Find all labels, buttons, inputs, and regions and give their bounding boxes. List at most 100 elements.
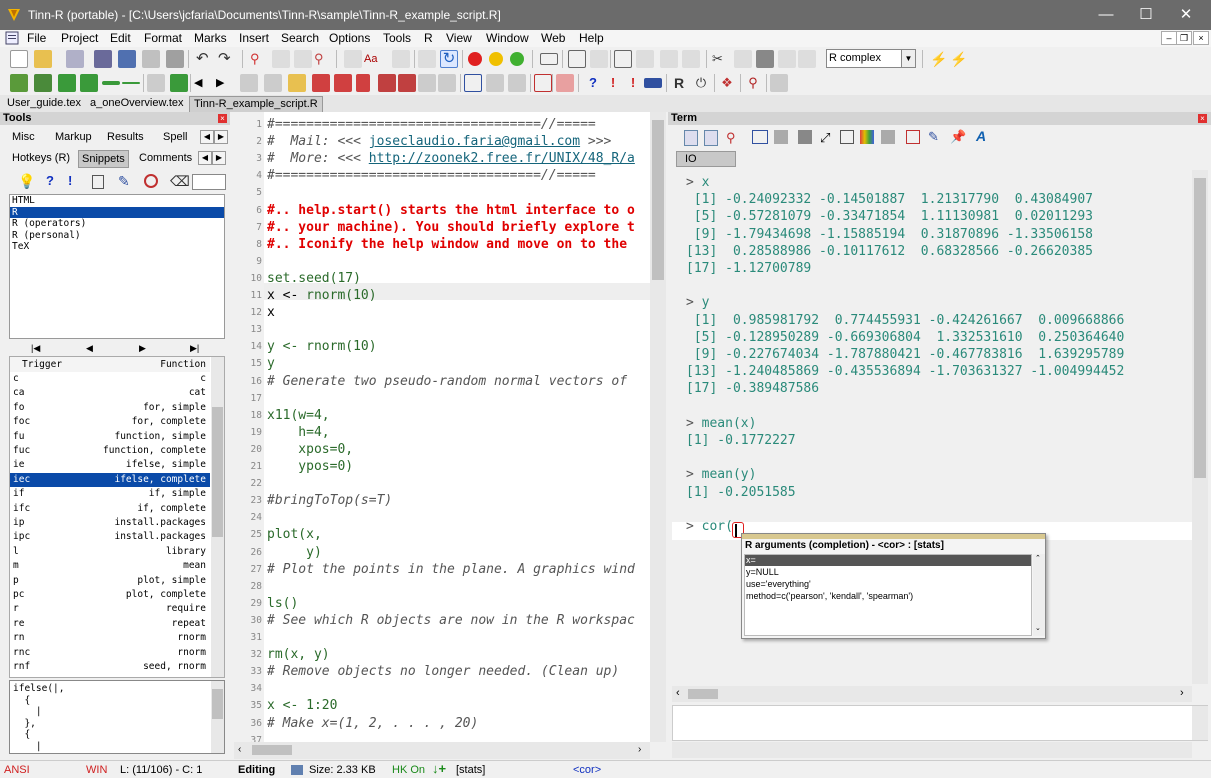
- console-hscroll-thumb[interactable]: [688, 689, 718, 699]
- table-row[interactable]: rnf seed, rnorm: [10, 660, 210, 674]
- table-row[interactable]: rnc rnorm: [10, 646, 210, 660]
- tools-icon[interactable]: [66, 50, 84, 68]
- editor-scroll-thumb[interactable]: [652, 120, 664, 280]
- save-icon[interactable]: [118, 50, 136, 68]
- snippet-scrollbar[interactable]: [211, 357, 224, 677]
- list-item[interactable]: TeX: [10, 241, 224, 253]
- find-icon[interactable]: ⚲: [744, 74, 762, 92]
- menu-file[interactable]: File: [27, 31, 46, 45]
- help-icon[interactable]: ?: [584, 74, 602, 92]
- redo-icon[interactable]: ↷: [218, 50, 236, 68]
- menu-marks[interactable]: Marks: [194, 31, 227, 45]
- table-row[interactable]: ip install.packages: [10, 516, 210, 530]
- table-row[interactable]: re repeat: [10, 617, 210, 631]
- menu-options[interactable]: Options: [329, 31, 370, 45]
- term-window-icon[interactable]: [752, 130, 768, 144]
- maximize-button[interactable]: ☐: [1126, 4, 1166, 26]
- tab-spell[interactable]: Spell: [163, 129, 187, 145]
- snippet-help-icon[interactable]: ?: [46, 173, 54, 188]
- table-row[interactable]: fu function, simple: [10, 430, 210, 444]
- minimize-button[interactable]: —: [1086, 4, 1126, 26]
- go-down-icon[interactable]: [170, 74, 188, 92]
- snippet-filter-input[interactable]: [192, 174, 226, 190]
- next-icon[interactable]: ▶: [216, 74, 234, 92]
- table-row[interactable]: if if, simple: [10, 487, 210, 501]
- list-item[interactable]: R (operators): [10, 218, 224, 230]
- tabs-right-icon[interactable]: ▶: [214, 130, 228, 144]
- term-color-icon[interactable]: [860, 130, 874, 144]
- scatter-icon[interactable]: [508, 74, 526, 92]
- snippet-copy-icon[interactable]: [92, 175, 104, 189]
- table-row[interactable]: cc: [10, 372, 210, 386]
- table-row[interactable]: foc for, complete: [10, 415, 210, 429]
- plot-icon[interactable]: [486, 74, 504, 92]
- code-editor[interactable]: 1 #==================================//==…: [234, 112, 666, 746]
- send-block-icon[interactable]: [80, 74, 98, 92]
- term-close-icon[interactable]: ×: [1198, 114, 1207, 123]
- send-clipboard-icon[interactable]: [58, 74, 76, 92]
- wordwrap-icon[interactable]: [392, 50, 410, 68]
- console-scroll-left-icon[interactable]: ‹: [676, 687, 680, 699]
- table-row[interactable]: r require: [10, 602, 210, 616]
- format-icon[interactable]: [344, 50, 362, 68]
- table-row[interactable]: ca cat: [10, 386, 210, 400]
- print-icon[interactable]: [142, 50, 160, 68]
- table-row[interactable]: iec ifelse, complete: [10, 472, 210, 488]
- scroll-right-icon[interactable]: ›: [638, 744, 641, 755]
- sync-icon[interactable]: ↻: [440, 50, 458, 68]
- reload-icon[interactable]: [166, 50, 184, 68]
- align-icon[interactable]: [636, 50, 654, 68]
- popup-list[interactable]: x= y=NULL use='everything' method=c('pea…: [744, 554, 1032, 636]
- red-circle-icon[interactable]: [468, 52, 482, 66]
- copy-icon[interactable]: [398, 74, 416, 92]
- nav-prev-button[interactable]: ◀: [86, 343, 93, 354]
- new-file-icon[interactable]: [10, 50, 28, 68]
- console-input[interactable]: [672, 705, 1208, 741]
- tab-user-guide[interactable]: User_guide.tex: [3, 96, 85, 112]
- tab-hotkeys[interactable]: Hotkeys (R): [12, 150, 70, 166]
- window-icon[interactable]: [540, 53, 558, 65]
- popup-scroll-up-icon[interactable]: ⌃: [1035, 554, 1041, 562]
- case-icon[interactable]: Aa: [364, 50, 382, 68]
- list-item[interactable]: R (personal): [10, 230, 224, 242]
- pane-icon[interactable]: [660, 50, 678, 68]
- menu-edit[interactable]: Edit: [110, 31, 131, 45]
- tab-snippets[interactable]: Snippets: [78, 150, 129, 168]
- search-icon[interactable]: ⚲: [250, 50, 268, 68]
- pencil-icon[interactable]: [418, 74, 436, 92]
- folder-icon[interactable]: [288, 74, 306, 92]
- install-icon[interactable]: [334, 74, 352, 92]
- nav-next-button[interactable]: ▶: [139, 343, 146, 354]
- term-open-icon[interactable]: [684, 130, 698, 146]
- table-row[interactable]: ipc install.packages: [10, 530, 210, 544]
- console-hscrollbar[interactable]: ‹ ›: [672, 686, 1192, 702]
- tabs2-right-icon[interactable]: ▶: [212, 151, 226, 165]
- yellow-circle-icon[interactable]: [489, 52, 503, 66]
- tab-overview[interactable]: a_oneOverview.tex: [86, 96, 188, 112]
- term-pin-icon[interactable]: 📌: [950, 129, 966, 145]
- table-row[interactable]: m mean: [10, 559, 210, 573]
- prev-icon[interactable]: ◀: [194, 74, 212, 92]
- open-folder-icon[interactable]: [34, 50, 52, 68]
- term-sort-icon[interactable]: [881, 130, 895, 144]
- power-icon[interactable]: ⏻: [692, 74, 710, 92]
- scroll-left-icon[interactable]: ‹: [238, 744, 241, 755]
- console-scroll-thumb[interactable]: [1194, 178, 1206, 478]
- split-icon[interactable]: [418, 50, 436, 68]
- tab-results[interactable]: Results: [107, 129, 144, 145]
- term-split-icon[interactable]: [798, 130, 812, 144]
- send-to-icon[interactable]: [147, 74, 165, 92]
- menu-r[interactable]: R: [424, 31, 433, 45]
- sort-icon[interactable]: [682, 50, 700, 68]
- window-blue-icon[interactable]: [464, 74, 482, 92]
- term-pen-icon[interactable]: ✎: [928, 129, 939, 145]
- green-circle-icon[interactable]: [510, 52, 524, 66]
- tab-misc[interactable]: Misc: [12, 129, 35, 145]
- column-header-trigger[interactable]: Trigger: [22, 357, 62, 372]
- mdi-minimize-button[interactable]: –: [1161, 31, 1177, 45]
- table-row[interactable]: fo for, simple: [10, 401, 210, 415]
- chevron-down-icon[interactable]: ▼: [901, 50, 915, 67]
- alert-icon[interactable]: !: [604, 74, 622, 92]
- error-icon[interactable]: !: [624, 74, 642, 92]
- download-icon[interactable]: [94, 50, 112, 68]
